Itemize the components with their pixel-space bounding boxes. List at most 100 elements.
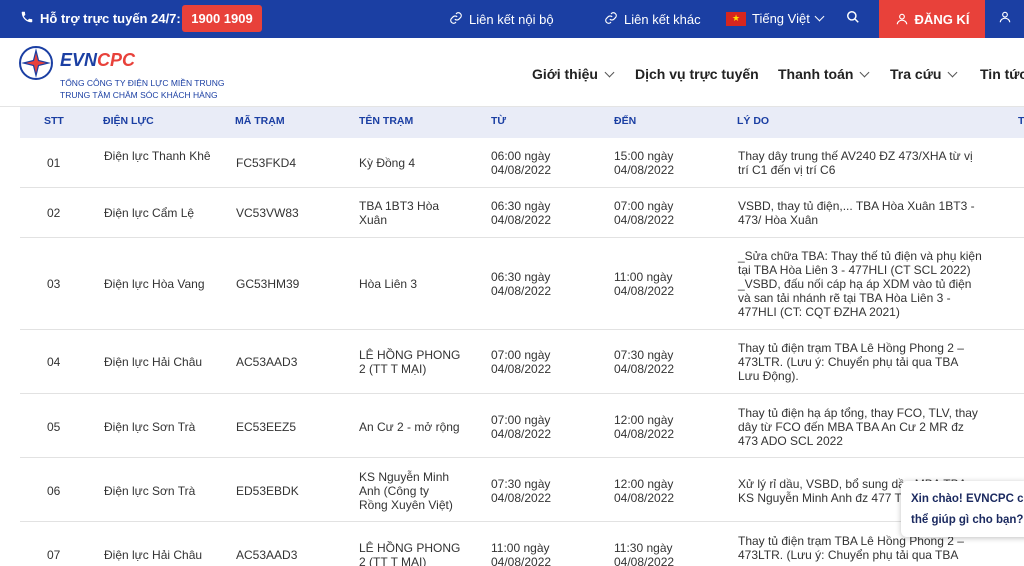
cell-dien-luc: Điện lực Hòa Vang <box>104 277 205 291</box>
column-header-ten-tram: TÊN TRẠM <box>359 115 414 127</box>
cell-den: 12:00 ngày 04/08/2022 <box>614 477 675 505</box>
cell-dien-luc: Điện lực Cẩm Lệ <box>104 206 195 220</box>
brand-evn: EVN <box>60 50 98 70</box>
cell-ma-tram: EC53EEZ5 <box>236 420 297 434</box>
cell-den: 11:00 ngày 04/08/2022 <box>614 270 675 298</box>
hotline-text: Hỗ trợ trực tuyến 24/7: <box>40 11 181 26</box>
cell-dien-luc: Điện lực Sơn Trà <box>104 420 196 434</box>
cell-den: 12:00 ngày 04/08/2022 <box>614 413 675 441</box>
cell-ly-do: _Sửa chữa TBA: Thay thế tủ điện và phụ k… <box>738 249 982 319</box>
cell-ten-tram: TBA 1BT3 Hòa Xuân <box>359 199 440 227</box>
language-label: Tiếng Việt <box>752 11 810 26</box>
column-header-dien-luc: ĐIỆN LỰC <box>103 115 154 127</box>
link-icon <box>449 11 463 28</box>
internal-link[interactable]: Liên kết nội bộ <box>449 11 554 28</box>
vietnam-flag-icon <box>726 11 746 26</box>
cell-dien-luc: Điện lực Hải Châu <box>104 548 203 562</box>
cell-stt: 06 <box>47 484 61 498</box>
cell-tu: 07:00 ngày 04/08/2022 <box>491 413 552 441</box>
cell-ly-do: VSBD, thay tủ điện,... TBA Hòa Xuân 1BT3… <box>738 199 975 227</box>
search-icon <box>847 11 859 23</box>
table-row: 04 Điện lực Hải Châu AC53AAD3 LÊ HỒNG PH… <box>20 330 1024 394</box>
brand-subtitle-2: TRUNG TÂM CHĂM SÓC KHÁCH HÀNG <box>60 90 218 100</box>
cell-ma-tram: AC53AAD3 <box>236 548 298 562</box>
table-row: 06 Điện lực Sơn Trà ED53EBDK KS Nguyễn M… <box>20 458 1024 522</box>
cell-ten-tram: LÊ HỒNG PHONG 2 (TT T MẠI) <box>359 348 461 376</box>
link-icon <box>604 11 618 28</box>
nav-label: Tra cứu <box>890 66 942 82</box>
chevron-down-icon <box>947 67 958 77</box>
search-button[interactable] <box>846 10 860 27</box>
cell-tu: 07:30 ngày 04/08/2022 <box>491 477 552 505</box>
column-header-ly-do: LÝ DO <box>737 115 770 127</box>
internal-link-label: Liên kết nội bộ <box>469 12 554 27</box>
cell-stt: 04 <box>47 355 61 369</box>
hotline-label: Hỗ trợ trực tuyến 24/7: <box>20 10 181 27</box>
nav-tra-cuu[interactable]: Tra cứu <box>890 66 958 82</box>
cell-tu: 06:30 ngày 04/08/2022 <box>491 270 552 298</box>
nav-label: Thanh toán <box>778 66 854 82</box>
other-link-label: Liên kết khác <box>624 12 701 27</box>
table-header: STT ĐIỆN LỰC MÃ TRẠM TÊN TRẠM TỪ ĐẾN LÝ … <box>20 107 1024 138</box>
login-button[interactable] <box>998 10 1012 27</box>
cell-ma-tram: GC53HM39 <box>236 277 300 291</box>
user-icon <box>896 13 907 25</box>
cell-den: 15:00 ngày 04/08/2022 <box>614 149 675 177</box>
nav-dich-vu[interactable]: Dịch vụ trực tuyến <box>635 66 759 82</box>
cell-stt: 05 <box>47 420 61 434</box>
column-header-t: T <box>1018 115 1024 127</box>
nav-gioi-thieu[interactable]: Giới thiệu <box>532 66 615 82</box>
cell-ly-do: Thay tủ điện hạ áp tổng, thay FCO, TLV, … <box>738 406 978 448</box>
column-header-den: ĐẾN <box>614 115 637 127</box>
column-header-stt: STT <box>44 115 64 127</box>
chat-line-1: Xin chào! EVNCPC có <box>911 493 1024 505</box>
cell-tu: 06:30 ngày 04/08/2022 <box>491 199 552 227</box>
site-header: EVNCPC TỔNG CÔNG TY ĐIỆN LỰC MIỀN TRUNG … <box>0 38 1024 107</box>
cell-ma-tram: ED53EBDK <box>236 484 299 498</box>
nav-label: Giới thiệu <box>532 66 598 82</box>
cell-tu: 07:00 ngày 04/08/2022 <box>491 348 552 376</box>
phone-icon <box>20 10 34 27</box>
table-row: 07 Điện lực Hải Châu AC53AAD3 LÊ HỒNG PH… <box>20 522 1024 566</box>
cell-ly-do: Thay tủ điện trạm TBA Lê Hồng Phong 2 – … <box>738 341 964 383</box>
evn-logo-icon[interactable] <box>18 45 54 81</box>
brand-name[interactable]: EVNCPC <box>60 50 135 71</box>
hotline-number-button[interactable]: 1900 1909 <box>182 5 262 32</box>
nav-tin-tuc[interactable]: Tin tức <box>980 66 1024 82</box>
cell-ten-tram: KS Nguyễn Minh Anh (Công ty Rồng Xuyên V… <box>359 470 453 512</box>
brand-cpc: CPC <box>97 50 136 70</box>
cell-ten-tram: An Cư 2 - mở rộng <box>359 420 460 434</box>
nav-thanh-toan[interactable]: Thanh toán <box>778 66 870 82</box>
cell-tu: 06:00 ngày 04/08/2022 <box>491 149 552 177</box>
cell-stt: 07 <box>47 548 61 562</box>
cell-ly-do: Thay tủ điện trạm TBA Lê Hồng Phong 2 – … <box>738 534 964 562</box>
cell-ten-tram: LÊ HỒNG PHONG 2 (TT T MẠI) <box>359 541 461 566</box>
chevron-down-icon <box>604 67 615 77</box>
language-selector[interactable]: Tiếng Việt <box>726 11 825 26</box>
cell-dien-luc: Điện lực Sơn Trà <box>104 484 196 498</box>
table-row: 02 Điện lực Cẩm Lệ VC53VW83 TBA 1BT3 Hòa… <box>20 188 1024 238</box>
table-row: 03 Điện lực Hòa Vang GC53HM39 Hòa Liên 3… <box>20 238 1024 330</box>
register-label: ĐĂNG KÍ <box>914 11 970 27</box>
user-icon <box>999 11 1011 23</box>
column-header-tu: TỪ <box>491 115 507 127</box>
cell-den: 07:30 ngày 04/08/2022 <box>614 348 675 376</box>
cell-ma-tram: AC53AAD3 <box>236 355 298 369</box>
cell-ma-tram: VC53VW83 <box>236 206 299 220</box>
cell-ten-tram: Hòa Liên 3 <box>359 277 418 291</box>
other-link[interactable]: Liên kết khác <box>604 11 701 28</box>
cell-tu: 11:00 ngày 04/08/2022 <box>491 541 552 566</box>
table-row: 01 Điện lực Thanh Khê FC53FKD4 Kỳ Đồng 4… <box>20 138 1024 188</box>
register-button[interactable]: ĐĂNG KÍ <box>879 0 985 38</box>
cell-dien-luc: Điện lực Hải Châu <box>104 355 203 369</box>
brand-subtitle-1: TỔNG CÔNG TY ĐIỆN LỰC MIỀN TRUNG <box>60 78 225 88</box>
chat-greeting-bubble[interactable]: Xin chào! EVNCPC có thể giúp gì cho bạn? <box>901 481 1024 537</box>
table-row: 05 Điện lực Sơn Trà EC53EEZ5 An Cư 2 - m… <box>20 394 1024 458</box>
cell-stt: 03 <box>47 277 61 291</box>
chevron-down-icon <box>814 11 825 22</box>
cell-ly-do: Thay dây trung thế AV240 ĐZ 473/XHA từ v… <box>738 149 973 177</box>
cell-stt: 02 <box>47 206 61 220</box>
column-header-ma-tram: MÃ TRẠM <box>235 115 285 127</box>
chat-line-2: thể giúp gì cho bạn? <box>911 514 1024 526</box>
cell-stt: 01 <box>47 156 61 170</box>
